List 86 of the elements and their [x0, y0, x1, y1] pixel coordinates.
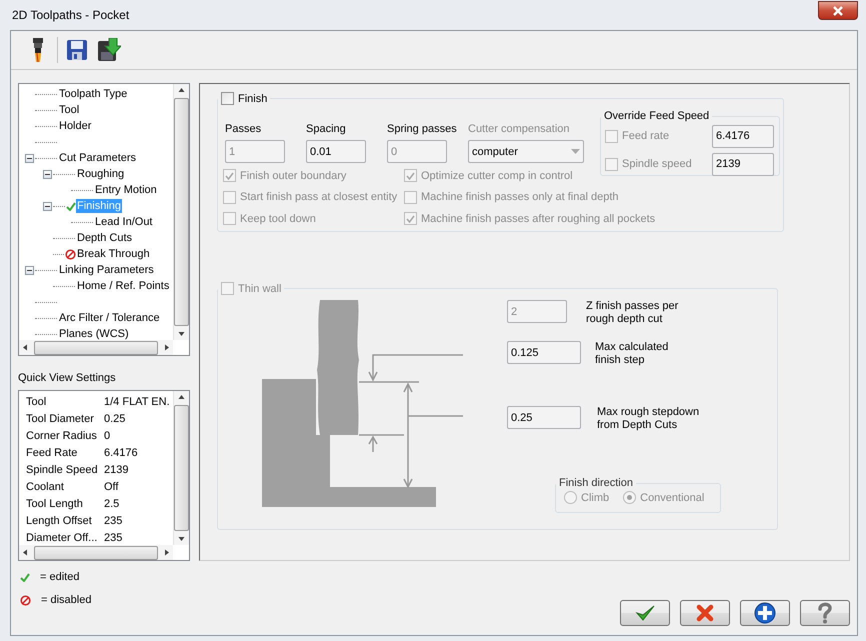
setting-label: Diameter Off... — [26, 532, 98, 544]
cancel-button[interactable] — [680, 600, 730, 626]
close-icon — [696, 604, 714, 622]
close-button[interactable] — [818, 1, 858, 20]
tree-item[interactable]: Break Through — [76, 247, 151, 261]
scrollbar[interactable] — [19, 545, 173, 560]
help-button[interactable] — [800, 600, 850, 626]
add-button[interactable] — [740, 600, 790, 626]
checkbox-label: Thin wall — [238, 282, 282, 294]
save-arrow-icon — [97, 38, 121, 62]
checkbox-label: Feed rate — [622, 130, 670, 142]
scrollbar[interactable] — [19, 340, 173, 355]
setting-value: 2139 — [104, 464, 128, 476]
input-field[interactable]: 0.01 — [306, 140, 366, 163]
collapse-toggle[interactable] — [25, 266, 34, 274]
check-icon — [635, 604, 655, 622]
group-title: Finish direction — [559, 477, 633, 489]
help-icon — [817, 602, 833, 624]
save-as-button[interactable] — [96, 36, 122, 64]
dropdown-value: computer — [472, 146, 518, 158]
window-title: 2D Toolpaths - Pocket — [12, 8, 130, 22]
tree-item[interactable]: Toolpath Type — [58, 87, 128, 101]
legend-label: = edited — [40, 571, 80, 583]
checkbox-label: Start finish pass at closest entity — [240, 191, 398, 204]
tree-item[interactable]: Depth Cuts — [76, 231, 134, 245]
field-label: Cutter compensation — [468, 123, 570, 135]
checkbox[interactable] — [221, 92, 234, 105]
tree-item[interactable]: Cut Parameters — [58, 151, 138, 165]
setting-value: 0 — [104, 430, 110, 442]
setting-value: 0.25 — [104, 412, 126, 424]
setting-label: Corner Radius — [26, 430, 98, 442]
setting-value: 2.5 — [104, 498, 120, 510]
checkbox-label: Finish outer boundary — [240, 170, 346, 182]
plus-icon — [754, 602, 776, 624]
setting-label: Feed Rate — [26, 446, 78, 458]
radio-label: Climb — [581, 492, 610, 504]
scrollbar[interactable] — [173, 84, 189, 340]
check-icon — [66, 202, 76, 210]
setting-label: Length Offset — [26, 514, 93, 526]
setting-value: 6.4176 — [104, 446, 138, 458]
no-entry-icon — [20, 594, 31, 606]
collapse-toggle[interactable] — [43, 170, 52, 178]
setting-label: Spindle Speed — [26, 464, 99, 476]
no-entry-icon — [65, 248, 76, 260]
setting-value: 1/4 FLAT EN. — [104, 396, 170, 408]
tree-item[interactable]: Tool — [58, 103, 80, 117]
tree-item[interactable]: Roughing — [76, 167, 126, 181]
save-icon — [66, 39, 88, 61]
tree-item[interactable]: Planes (WCS) — [58, 327, 130, 340]
checkbox-label: Optimize cutter comp in control — [421, 170, 573, 182]
group-title: Override Feed Speed — [604, 110, 710, 122]
tree-item[interactable]: Entry Motion — [94, 183, 158, 197]
collapse-toggle[interactable] — [43, 202, 52, 210]
setting-value: 235 — [104, 532, 122, 544]
field-label: Spacing — [306, 123, 347, 135]
checkbox-label: Keep tool down — [240, 212, 316, 225]
end-mill-icon — [32, 38, 44, 62]
tree-item[interactable]: Home / Ref. Points — [76, 279, 170, 293]
setting-value: 235 — [104, 514, 122, 526]
tree-item[interactable]: Lead In/Out — [94, 215, 154, 229]
checkbox-label: Machine finish passes after roughing all pockets — [421, 212, 656, 225]
scrollbar[interactable] — [173, 391, 189, 545]
setting-label: Coolant — [26, 480, 65, 492]
checkbox-label: Machine finish passes only at final depth — [421, 191, 619, 204]
legend-label: = disabled — [41, 594, 92, 606]
setting-label: Tool Length — [26, 498, 84, 510]
field-label: Z finish passes per rough depth cut — [586, 300, 678, 326]
field-label: Max rough stepdown from Depth Cuts — [597, 406, 700, 432]
tree-item[interactable]: Linking Parameters — [58, 263, 155, 277]
tree-item[interactable]: Arc Filter / Tolerance — [58, 311, 161, 325]
section-title: Quick View Settings — [18, 372, 117, 384]
setting-label: Tool Diameter — [26, 412, 95, 424]
radio-label: Conventional — [640, 492, 704, 504]
tree-item[interactable]: Holder — [58, 119, 92, 133]
setting-label: Tool — [26, 396, 48, 408]
ok-button[interactable] — [620, 600, 670, 626]
close-icon — [832, 6, 844, 16]
field-label: Spring passes — [387, 123, 458, 135]
check-icon — [20, 572, 30, 582]
field-label: Max calculated finish step — [595, 341, 668, 367]
caret-icon — [571, 149, 580, 154]
checkbox-label: Finish — [238, 92, 268, 104]
field-label: Passes — [225, 123, 262, 135]
setting-value: Off — [104, 480, 118, 492]
checkbox-label: Spindle speed — [622, 158, 692, 170]
collapse-toggle[interactable] — [25, 154, 34, 162]
